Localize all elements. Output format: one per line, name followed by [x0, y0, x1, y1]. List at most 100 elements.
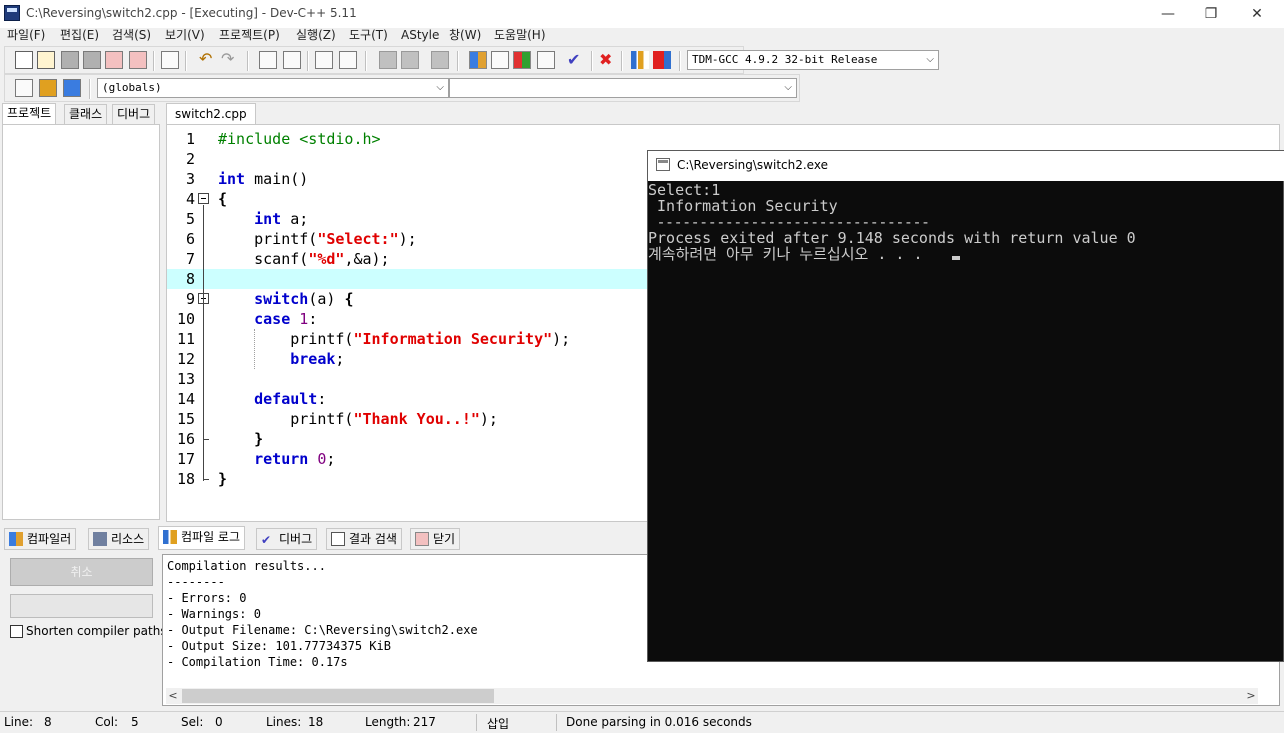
log-line: Compilation results...	[167, 559, 326, 573]
stop-execution-icon[interactable]: ✖	[599, 51, 617, 69]
indent-icon[interactable]	[315, 51, 333, 69]
tab-project[interactable]: 프로젝트	[2, 103, 57, 124]
save-icon[interactable]	[61, 51, 79, 69]
scroll-right-icon[interactable]: >	[1244, 688, 1258, 704]
status-line-label: Line:	[4, 715, 34, 729]
redo-icon[interactable]: ↷	[221, 51, 239, 69]
close-all-icon[interactable]	[129, 51, 147, 69]
open-file-icon[interactable]	[37, 51, 55, 69]
new-class-icon[interactable]	[15, 79, 33, 97]
status-insert-mode: 삽입	[487, 717, 510, 731]
menu-edit[interactable]: 편집(E)	[60, 28, 99, 42]
editor-tab-switch2[interactable]: switch2.cpp	[166, 103, 256, 124]
main-toolbar: ↶ ↷ ✔ ✖ TDM-GCC 4.9.2 32-bit Release ⌵	[4, 46, 939, 74]
line-number: 1	[185, 130, 195, 148]
line-number: 6	[185, 230, 195, 248]
menu-window[interactable]: 창(W)	[449, 28, 481, 42]
tab-classes[interactable]: 클래스	[64, 104, 108, 124]
menu-help[interactable]: 도움말(H)	[494, 28, 546, 42]
tab-debug[interactable]: 디버그	[112, 104, 156, 124]
check-icon: ✔	[261, 533, 272, 547]
line-number: 5	[185, 210, 195, 228]
minimize-button[interactable]: —	[1145, 2, 1191, 26]
line-number: 18	[176, 470, 195, 488]
toggle-header-icon[interactable]	[63, 79, 81, 97]
project-browser[interactable]	[2, 124, 160, 520]
close-panel-icon	[415, 532, 429, 546]
fold-toggle-icon[interactable]	[198, 193, 209, 204]
code-line-4: {	[218, 190, 228, 208]
tab-compiler-label: 컴파일러	[27, 532, 72, 546]
line-number: 2	[185, 150, 195, 168]
scope-select-value: (globals)	[102, 81, 162, 94]
tab-find-results-label: 결과 검색	[349, 532, 397, 546]
line-number: 3	[185, 170, 195, 188]
toggle-comment-icon[interactable]	[431, 51, 449, 69]
menu-search[interactable]: 검색(S)	[112, 28, 151, 42]
close-button[interactable]: ✕	[1234, 2, 1280, 26]
menu-execute[interactable]: 실행(Z)	[296, 28, 336, 42]
console-output-line: Process exited after 9.148 seconds with …	[648, 229, 1136, 247]
line-number: 13	[176, 370, 195, 388]
line-number: 7	[185, 250, 195, 268]
code-line-15: printf("Thank You..!");	[218, 410, 498, 428]
syntax-check-icon[interactable]: ✔	[567, 51, 585, 69]
tab-close[interactable]: 닫기	[410, 528, 461, 550]
scroll-left-icon[interactable]: <	[166, 688, 180, 704]
tab-debug-label: 디버그	[279, 532, 313, 546]
tab-compiler[interactable]: 컴파일러	[4, 528, 77, 550]
log-vertical-scrollbar[interactable]	[1262, 660, 1278, 688]
code-line-16: }	[254, 430, 264, 448]
tab-compile-log[interactable]: 컴파일 로그	[158, 526, 246, 550]
insert-icon[interactable]	[39, 79, 57, 97]
tab-find-results[interactable]: 결과 검색	[326, 528, 402, 550]
shorten-paths-checkbox[interactable]	[10, 625, 23, 638]
new-file-icon[interactable]	[15, 51, 33, 69]
code-line-9: switch(a) {	[254, 290, 354, 308]
scope-select[interactable]: (globals) ⌵	[97, 78, 449, 98]
replace-icon[interactable]	[283, 51, 301, 69]
console-output-line: 계속하려면 아무 키나 누르십시오 . . .	[648, 245, 923, 263]
delete-profile-icon[interactable]	[653, 51, 671, 69]
menu-file[interactable]: 파일(F)	[7, 28, 45, 42]
chevron-down-icon: ⌵	[926, 54, 934, 65]
cancel-button[interactable]: 취소	[10, 558, 153, 586]
menu-view[interactable]: 보기(V)	[165, 28, 205, 42]
close-file-icon[interactable]	[105, 51, 123, 69]
line-number: 16	[176, 430, 195, 448]
print-icon[interactable]	[161, 51, 179, 69]
compiler-select[interactable]: TDM-GCC 4.9.2 32-bit Release ⌵	[687, 50, 939, 70]
compile-log-icon	[163, 530, 177, 544]
find-icon[interactable]	[259, 51, 277, 69]
log-line: - Errors: 0	[167, 591, 247, 605]
console-output-line: Information Security	[648, 197, 838, 215]
line-number: 17	[176, 450, 195, 468]
line-number: 9	[185, 290, 195, 308]
code-line-14: default:	[254, 390, 327, 408]
goto-line-icon[interactable]	[339, 51, 357, 69]
bookmark-next-icon[interactable]	[401, 51, 419, 69]
restore-button[interactable]: ❐	[1188, 2, 1234, 26]
left-panel-tabs: 프로젝트 클래스 디버그	[2, 103, 160, 124]
console-cursor	[952, 256, 960, 260]
shorten-paths-label: Shorten compiler paths	[26, 624, 167, 638]
profile-icon[interactable]	[631, 51, 649, 69]
menu-project[interactable]: 프로젝트(P)	[219, 28, 280, 42]
rebuild-icon[interactable]	[537, 51, 555, 69]
compile-icon[interactable]	[469, 51, 487, 69]
console-app-icon	[656, 158, 670, 171]
menu-astyle[interactable]: AStyle	[401, 28, 439, 42]
bookmark-prev-icon[interactable]	[379, 51, 397, 69]
line-number: 8	[185, 270, 195, 288]
save-all-icon[interactable]	[83, 51, 101, 69]
compile-run-icon[interactable]	[513, 51, 531, 69]
code-line-7: scanf("%d",&a);	[218, 250, 390, 268]
scrollbar-thumb[interactable]	[182, 689, 494, 703]
undo-icon[interactable]: ↶	[199, 51, 217, 69]
console-title: C:\Reversing\switch2.exe	[677, 158, 828, 172]
menu-tools[interactable]: 도구(T)	[349, 28, 388, 42]
tab-resources[interactable]: 리소스	[88, 528, 150, 550]
tab-debug-bottom[interactable]: ✔ 디버그	[256, 528, 318, 550]
run-icon[interactable]	[491, 51, 509, 69]
function-select[interactable]: ⌵	[449, 78, 797, 98]
